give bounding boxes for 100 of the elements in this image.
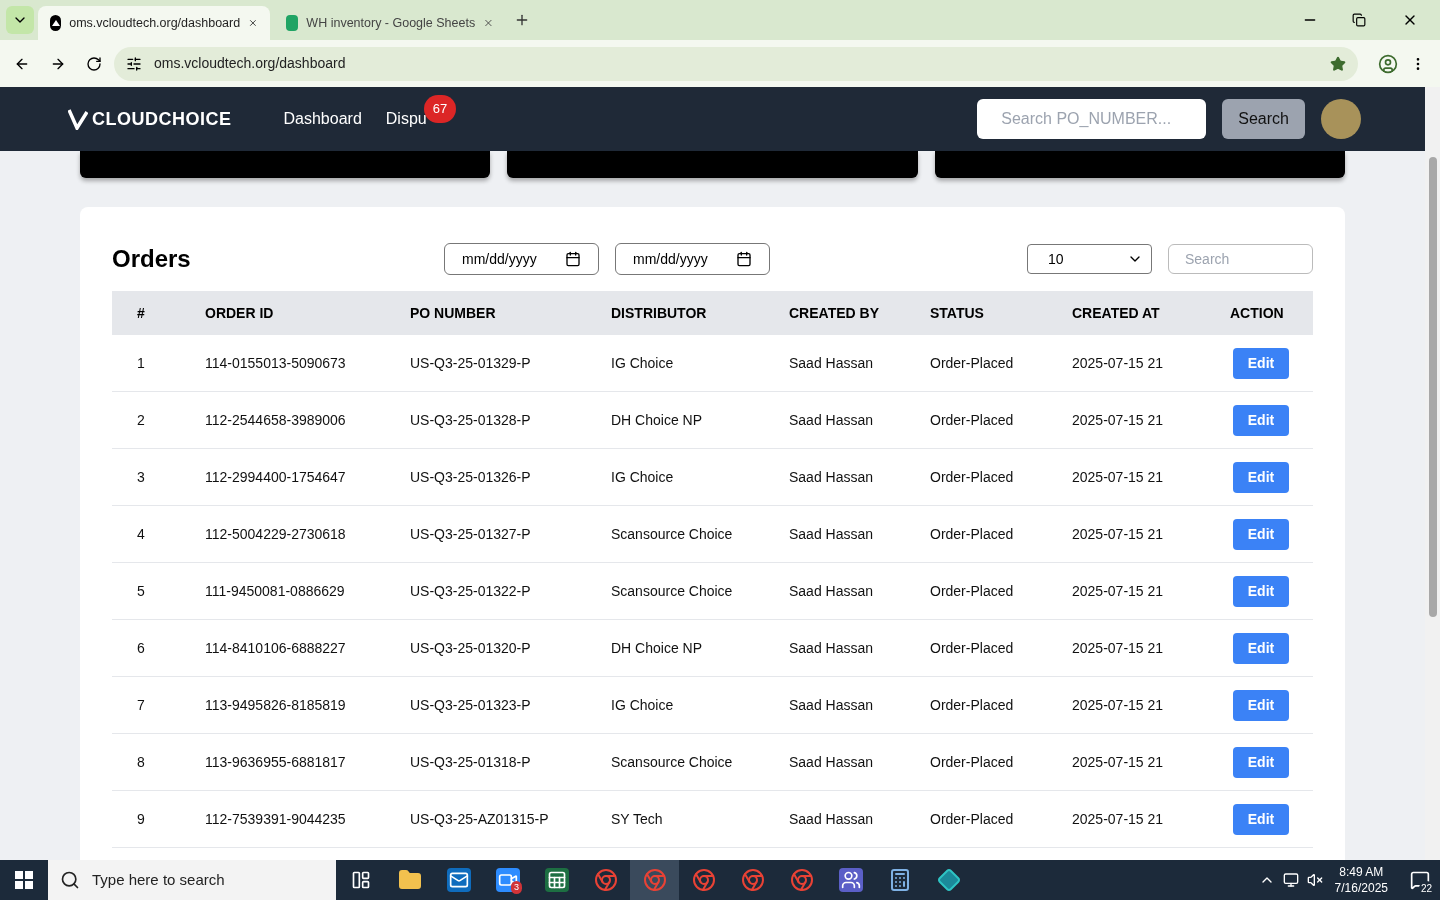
edit-button[interactable]: Edit xyxy=(1233,632,1289,664)
edit-button[interactable]: Edit xyxy=(1233,404,1289,436)
spreadsheet-icon xyxy=(544,868,569,892)
table-cell-text: 113-9636955-6881817 xyxy=(205,752,347,772)
page-size-value: 10 xyxy=(1048,249,1064,269)
nav-link[interactable]: Dashboard xyxy=(283,110,362,127)
table-cell-text: Saad Hassan xyxy=(789,638,875,658)
page-size-select[interactable]: 10 xyxy=(1027,244,1152,274)
browser-icon xyxy=(691,868,716,892)
table-cell-text: 2025-07-15 21 xyxy=(1072,809,1165,829)
table-cell-text: Order-Placed xyxy=(930,353,1015,373)
profile-icon[interactable] xyxy=(1378,53,1398,74)
table-cell-text: IG Choice xyxy=(611,353,675,373)
column-header: CREATED AT xyxy=(1072,303,1161,323)
triangle-logo-icon xyxy=(50,15,62,31)
browser-tab[interactable]: oms.vcloudtech.org/dashboard xyxy=(38,6,270,40)
task-view-icon xyxy=(350,870,371,890)
calendar-icon[interactable] xyxy=(736,251,752,267)
table-cell-text: 2025-07-15 21 xyxy=(1072,353,1165,373)
column-header: CREATED BY xyxy=(789,303,880,323)
table-cell-text: 6 xyxy=(137,638,146,658)
browser-icon xyxy=(642,868,667,892)
table-cell-text: Order-Placed xyxy=(930,581,1015,601)
site-settings-icon[interactable] xyxy=(126,55,142,72)
table-cell-text: 112-2994400-1754647 xyxy=(205,467,347,487)
date-field[interactable]: mm/dd/yyyy xyxy=(615,243,770,275)
date-placeholder: mm/dd/yyyy xyxy=(462,249,537,269)
table-cell-text: Scansource Choice xyxy=(611,524,734,544)
search-placeholder: Type here to search xyxy=(92,869,225,890)
table-cell-text: Saad Hassan xyxy=(789,809,875,829)
browser-icon xyxy=(789,868,814,892)
table-cell-text: US-Q3-25-AZ01315-P xyxy=(410,809,550,829)
table-cell-text: 2025-07-15 21 xyxy=(1072,581,1165,601)
table-cell-text: Order-Placed xyxy=(930,695,1015,715)
column-header: DISTRIBUTOR xyxy=(611,303,708,323)
edit-button[interactable]: Edit xyxy=(1233,518,1289,550)
app-badge: 3 xyxy=(511,880,522,894)
clock-time: 8:49 AM xyxy=(1339,864,1384,880)
table-cell-text: 1 xyxy=(137,353,146,373)
table-cell-text: Order-Placed xyxy=(930,467,1015,487)
edit-button[interactable]: Edit xyxy=(1233,575,1289,607)
table-cell-text: 9 xyxy=(137,809,146,829)
brand-logo[interactable]: CLOUDCHOICE xyxy=(68,105,232,133)
table-cell-text: 2025-07-15 21 xyxy=(1072,752,1165,772)
table-cell-text: 2 xyxy=(137,410,146,430)
table-cell-text: Order-Placed xyxy=(930,638,1015,658)
taskbar-search-field[interactable]: Type here to search xyxy=(48,860,336,900)
browser-icon xyxy=(593,868,618,892)
column-header: STATUS xyxy=(930,303,985,323)
table-cell-text: 111-9450081-0886629 xyxy=(205,581,346,601)
browser-icon xyxy=(740,868,765,892)
table-cell-text: 114-0155013-5090673 xyxy=(205,353,347,373)
table-cell-text: Saad Hassan xyxy=(789,695,875,715)
network-icon[interactable] xyxy=(1282,872,1299,888)
new-tab-icon[interactable] xyxy=(514,12,530,28)
notification-button[interactable]: 22 xyxy=(1400,860,1440,900)
table-cell-text: Order-Placed xyxy=(930,752,1015,772)
clock[interactable]: 8:49 AM 7/16/2025 xyxy=(1334,864,1388,896)
url-text: oms.vcloudtech.org/dashboard xyxy=(154,54,347,73)
calendar-icon[interactable] xyxy=(565,251,581,267)
address-bar[interactable]: oms.vcloudtech.org/dashboard xyxy=(114,46,1358,81)
date-field[interactable]: mm/dd/yyyy xyxy=(444,243,599,275)
table-cell-text: 112-5004229-2730618 xyxy=(205,524,347,544)
edit-button[interactable]: Edit xyxy=(1233,689,1289,721)
v-mark-icon xyxy=(68,108,88,130)
date-placeholder: mm/dd/yyyy xyxy=(633,249,708,269)
tab-title: oms.vcloudtech.org/dashboard xyxy=(69,14,241,32)
reload-icon[interactable] xyxy=(86,55,102,72)
video-icon xyxy=(495,868,520,892)
avatar-photo-placeholder[interactable] xyxy=(1321,99,1361,139)
table-cell-text: US-Q3-25-01329-P xyxy=(410,353,532,373)
edit-button[interactable]: Edit xyxy=(1233,347,1289,379)
table-cell-text: 112-2544658-3989006 xyxy=(205,410,347,430)
table-cell-text: IG Choice xyxy=(611,467,675,487)
taskbar-app[interactable]: 3 xyxy=(483,860,532,900)
table-cell-text: 114-8410106-6888227 xyxy=(205,638,347,658)
table-cell-text: Saad Hassan xyxy=(789,353,875,373)
browser-tab[interactable]: WH inventory - Google Sheets xyxy=(274,6,506,40)
edit-button[interactable]: Edit xyxy=(1233,461,1289,493)
table-cell-text: 7 xyxy=(137,695,146,715)
table-cell-text: 2025-07-15 21 xyxy=(1072,524,1165,544)
table-cell-text: 4 xyxy=(137,524,146,544)
table-cell-text: Scansource Choice xyxy=(611,581,734,601)
restore-icon[interactable] xyxy=(1352,13,1366,27)
edit-button[interactable]: Edit xyxy=(1233,803,1289,835)
table-cell-text: 3 xyxy=(137,467,146,487)
muted-speaker-icon[interactable] xyxy=(1306,872,1323,888)
star-icon[interactable] xyxy=(1330,55,1346,72)
search-button[interactable]: Search xyxy=(1222,99,1305,139)
table-cell-text: US-Q3-25-01328-P xyxy=(410,410,532,430)
tab-search-button[interactable] xyxy=(6,6,34,34)
po-search-field[interactable]: Search PO_NUMBER... xyxy=(977,99,1207,139)
table-cell-text: 112-7539391-9044235 xyxy=(205,809,347,829)
column-header: ORDER ID xyxy=(205,303,275,323)
table-cell-text: 5 xyxy=(137,581,146,601)
table-cell-text: US-Q3-25-01327-P xyxy=(410,524,532,544)
table-cell-text: Order-Placed xyxy=(930,524,1015,544)
table-search-field[interactable]: Search xyxy=(1168,244,1313,274)
table-cell-text: 2025-07-15 21 xyxy=(1072,638,1165,658)
edit-button[interactable]: Edit xyxy=(1233,746,1289,778)
